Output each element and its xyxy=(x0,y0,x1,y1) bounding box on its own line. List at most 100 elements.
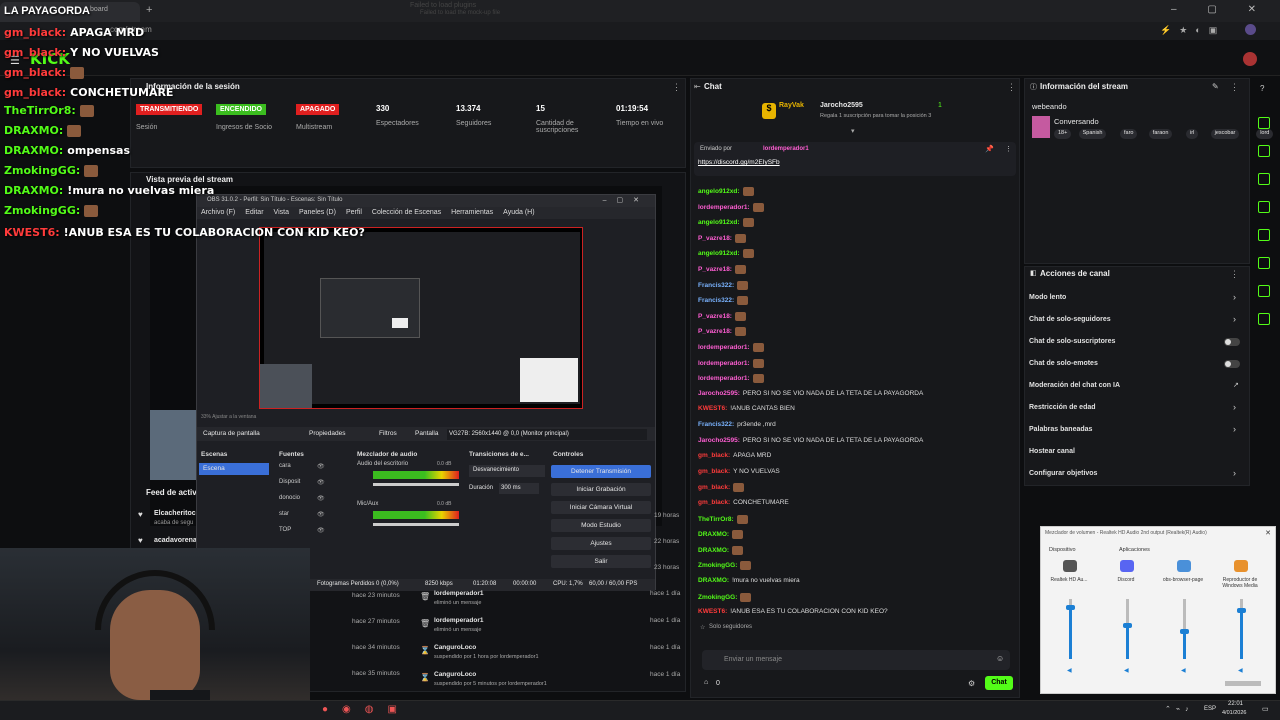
obs-menu-item[interactable]: Perfil xyxy=(346,209,362,216)
duration-input[interactable]: 300 ms xyxy=(499,483,539,494)
chevron-right-icon[interactable]: › xyxy=(1233,424,1236,434)
chevron-right-icon[interactable]: › xyxy=(1233,402,1236,412)
control-button[interactable]: Salir xyxy=(551,555,651,568)
stream-info-menu-icon[interactable]: ⋮ xyxy=(1230,82,1239,93)
eye-icon[interactable]: 👁 xyxy=(317,495,325,502)
chat-username[interactable]: KWEST6: xyxy=(698,608,727,615)
filters-button[interactable]: Filtros xyxy=(379,430,397,437)
speaker-icon[interactable]: ◀ xyxy=(1124,667,1129,674)
chevron-right-icon[interactable]: › xyxy=(1233,292,1236,302)
new-tab-icon[interactable]: + xyxy=(146,4,152,16)
chat-username[interactable]: P_vazre18: xyxy=(698,266,732,273)
volume-thumb[interactable] xyxy=(1066,605,1075,610)
mixer-close-icon[interactable]: ✕ xyxy=(1265,529,1271,537)
obs-canvas[interactable] xyxy=(259,227,583,409)
channel-action[interactable]: Hostear canal xyxy=(1029,448,1075,455)
control-button[interactable]: Iniciar Grabación xyxy=(551,483,651,496)
source-item[interactable]: donocio xyxy=(279,495,300,501)
magic-icon[interactable] xyxy=(1258,117,1270,129)
obs-menu-item[interactable]: Vista xyxy=(274,209,289,216)
obs-zoom[interactable]: 33% Ajustar a la ventana xyxy=(201,414,256,420)
emoji-icon[interactable]: ☺ xyxy=(996,654,1004,663)
chat-username[interactable]: lordemperador1: xyxy=(698,344,750,351)
mod-log-user[interactable]: CanguroLoco xyxy=(434,671,476,678)
gift-user[interactable]: RayVak xyxy=(779,102,804,109)
source-item[interactable]: Disposit xyxy=(279,479,300,485)
eye-icon[interactable]: 👁 xyxy=(317,527,325,534)
link-icon[interactable] xyxy=(1258,229,1270,241)
channel-action[interactable]: Chat de solo-suscriptores xyxy=(1029,338,1115,345)
obs-window-controls[interactable]: –▢✕ xyxy=(603,196,649,204)
stream-tag[interactable]: faraon xyxy=(1148,129,1173,139)
volume-thumb[interactable] xyxy=(1123,623,1132,628)
speaker-icon[interactable]: ◀ xyxy=(1181,667,1186,674)
chevron-right-icon[interactable]: › xyxy=(1233,468,1236,478)
tools-icon[interactable] xyxy=(1258,285,1270,297)
chat-username[interactable]: gm_black: xyxy=(698,468,730,475)
obs-menu-item[interactable]: Colección de Escenas xyxy=(372,209,441,216)
eye-icon[interactable]: 👁 xyxy=(317,479,325,486)
control-button[interactable]: Ajustes xyxy=(551,537,651,550)
pinned-user[interactable]: lordemperador1 xyxy=(763,146,809,152)
transition-select[interactable]: Desvanecimiento xyxy=(469,465,545,477)
edit-icon[interactable]: ✎ xyxy=(1212,82,1219,91)
pin-icon[interactable]: 📌 xyxy=(985,145,994,153)
address-bar[interactable] xyxy=(0,22,1280,40)
volume-thumb[interactable] xyxy=(1237,608,1246,613)
help-icon[interactable]: ? xyxy=(1260,84,1264,93)
chat-username[interactable]: DRAXMO: xyxy=(698,531,729,538)
taskbar-apps[interactable]: ●◉◍▣ xyxy=(322,704,411,715)
notification-icon[interactable]: ▭ xyxy=(1262,705,1269,713)
send-chat-button[interactable]: Chat xyxy=(985,676,1013,690)
chat-menu-icon[interactable]: ⋮ xyxy=(1007,82,1016,93)
chat-username[interactable]: ZmokingGG: xyxy=(698,563,737,570)
chat-collapse-icon[interactable]: ⇤ xyxy=(694,82,701,91)
chat-username[interactable]: P_vazre18: xyxy=(698,235,732,242)
chat-username[interactable]: P_vazre18: xyxy=(698,329,732,336)
chat-username[interactable]: KWEST6: xyxy=(698,405,727,412)
toggle-switch[interactable] xyxy=(1224,338,1240,346)
screen-select[interactable]: VG27B: 2560x1440 @ 0,0 (Monitor principa… xyxy=(447,429,647,440)
stream-tag[interactable]: jescobar xyxy=(1210,129,1240,139)
mod-log-user[interactable]: lordemperador1 xyxy=(434,590,484,597)
profile-avatar[interactable] xyxy=(1245,24,1256,35)
session-menu-icon[interactable]: ⋮ xyxy=(672,82,681,93)
tray-icons[interactable]: ⌃⌁♪ xyxy=(1165,705,1194,713)
pinned-menu-icon[interactable]: ⋮ xyxy=(1005,145,1012,153)
stream-tag[interactable]: faro xyxy=(1120,129,1138,139)
channel-action[interactable]: Configurar objetivos xyxy=(1029,470,1097,477)
eye-icon[interactable]: 👁 xyxy=(317,511,325,518)
mixer-scrollbar[interactable] xyxy=(1225,681,1261,686)
channel-action[interactable]: Palabras baneadas xyxy=(1029,426,1092,433)
chat-username[interactable]: angelo912xd: xyxy=(698,188,740,195)
chat-username[interactable]: DRAXMO: xyxy=(698,577,729,584)
bookmark-icon[interactable] xyxy=(1258,173,1270,185)
chat-username[interactable]: lordemperador1: xyxy=(698,375,750,382)
chat-username[interactable]: gm_black: xyxy=(698,499,730,506)
channel-action[interactable]: Chat de solo-seguidores xyxy=(1029,316,1111,323)
category-image[interactable] xyxy=(1032,116,1050,138)
chat-username[interactable]: TheTirrOr8: xyxy=(698,516,734,523)
chevron-right-icon[interactable]: › xyxy=(1233,314,1236,324)
eye-icon[interactable]: 👁 xyxy=(317,463,325,470)
gift-target[interactable]: Jarocho2595 xyxy=(820,102,863,109)
control-button[interactable]: Detener Transmisión xyxy=(551,465,651,478)
chat-username[interactable]: Jarocho2595: xyxy=(698,390,740,397)
volume-slider[interactable] xyxy=(373,523,459,526)
chat-username[interactable]: lordemperador1: xyxy=(698,204,750,211)
channel-action[interactable]: Modo lento xyxy=(1029,294,1066,301)
stream-tag[interactable]: irl xyxy=(1186,129,1199,139)
source-item[interactable]: TOP xyxy=(279,527,291,533)
obs-menu-item[interactable]: Editar xyxy=(245,209,263,216)
channel-action[interactable]: Moderación del chat con IA xyxy=(1029,382,1120,389)
palette-icon[interactable] xyxy=(1258,313,1270,325)
chat-username[interactable]: lordemperador1: xyxy=(698,360,750,367)
layout-icon[interactable] xyxy=(1258,257,1270,269)
chat-username[interactable]: Francis322: xyxy=(698,297,734,304)
obs-menu-item[interactable]: Archivo (F) xyxy=(201,209,235,216)
lang-indicator[interactable]: ESP xyxy=(1204,706,1216,712)
category-name[interactable]: Conversando xyxy=(1054,117,1099,126)
source-item[interactable]: cara xyxy=(279,463,291,469)
user-avatar[interactable] xyxy=(1243,52,1257,66)
chat-username[interactable]: angelo912xd: xyxy=(698,219,740,226)
